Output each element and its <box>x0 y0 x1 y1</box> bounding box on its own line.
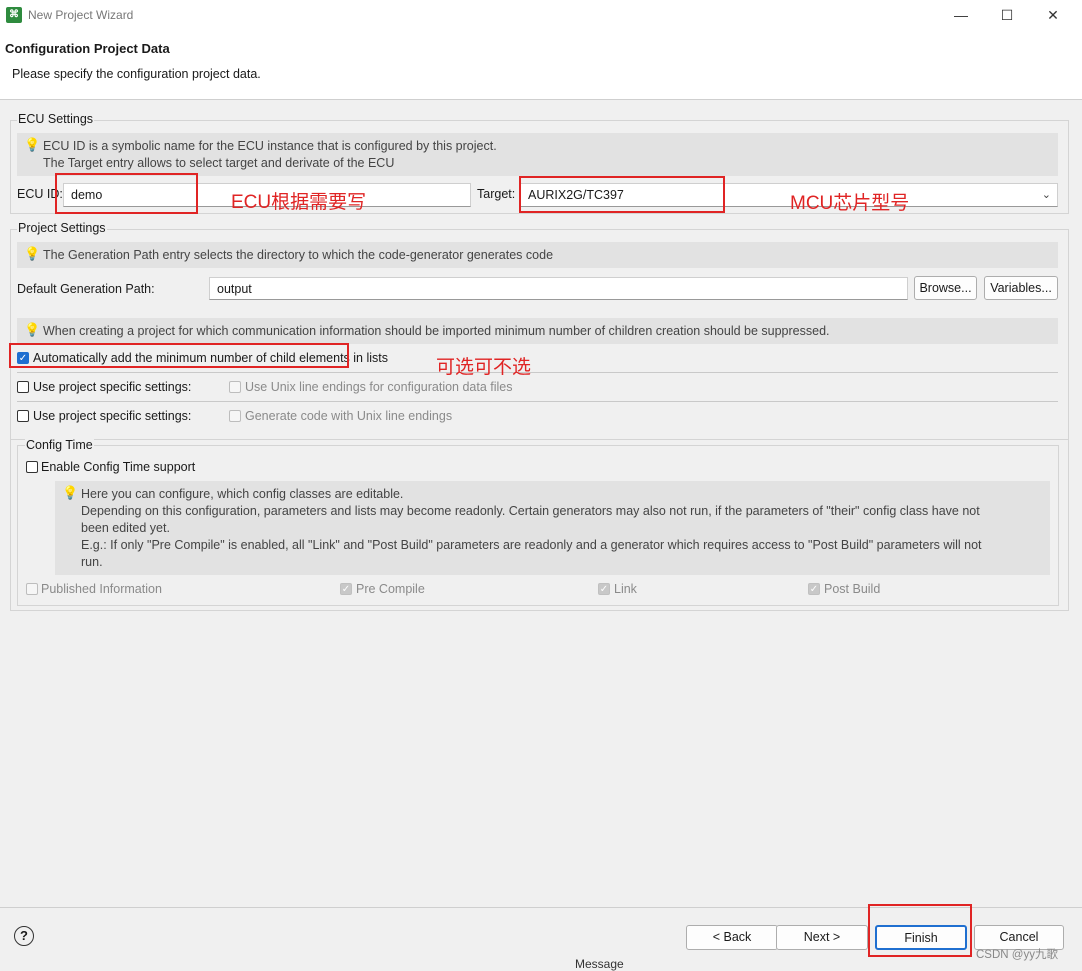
window-title: New Project Wizard <box>28 8 134 22</box>
project-outer-border <box>10 229 1069 611</box>
ecu-settings-label: ECU Settings <box>17 112 95 126</box>
auto-add-highlight <box>9 343 349 368</box>
page-title: Configuration Project Data <box>5 41 170 56</box>
page-description: Please specify the configuration project… <box>12 67 261 81</box>
minimize-icon[interactable]: — <box>938 0 984 30</box>
target-highlight <box>519 176 725 213</box>
finish-highlight <box>868 904 972 957</box>
maximize-icon[interactable]: ☐ <box>984 0 1030 30</box>
optional-annotation: 可选可不选 <box>436 357 532 378</box>
ecu-info-box: 💡 ECU ID is a symbolic name for the ECU … <box>17 133 1058 176</box>
ecu-info-line2: The Target entry allows to select target… <box>43 156 395 170</box>
ecu-annotation: ECU根据需要写 <box>231 192 367 213</box>
watermark: CSDN @yy九歌 <box>976 949 1058 961</box>
next-button[interactable]: Next > <box>776 925 868 950</box>
close-icon[interactable]: ✕ <box>1030 0 1076 30</box>
mcu-annotation: MCU芯片型号 <box>790 193 910 214</box>
ecu-id-highlight <box>55 173 198 214</box>
chevron-down-icon: ⌄ <box>1041 189 1051 201</box>
app-logo-icon: ⌘ <box>6 7 22 23</box>
cut-off-text: Message <box>575 957 624 971</box>
back-button[interactable]: < Back <box>686 925 778 950</box>
lightbulb-icon: 💡 <box>24 137 41 152</box>
target-label: Target: <box>477 187 516 201</box>
help-icon[interactable]: ? <box>14 926 34 946</box>
wizard-header: Configuration Project Data Please specif… <box>0 30 1082 100</box>
ecu-info-line1: ECU ID is a symbolic name for the ECU in… <box>43 139 497 153</box>
title-bar: ⌘ New Project Wizard — ☐ ✕ <box>0 0 1082 30</box>
